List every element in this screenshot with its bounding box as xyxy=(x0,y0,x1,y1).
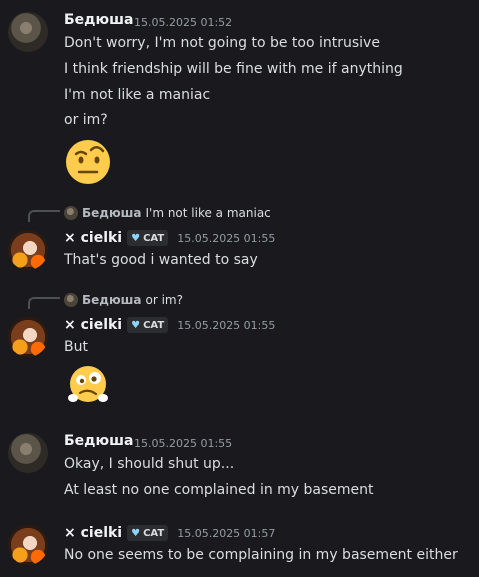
avatar[interactable] xyxy=(8,525,48,565)
tag-label: CAT xyxy=(143,527,165,539)
message-header: × cielki ♥ CAT 15.05.2025 01:55 xyxy=(64,317,275,333)
reply-preview[interactable]: Бедюша or im? xyxy=(64,293,183,307)
avatar[interactable] xyxy=(8,12,48,52)
avatar[interactable] xyxy=(8,433,48,473)
clan-tag[interactable]: ♥ CAT xyxy=(127,230,169,246)
reply-author: Бедюша xyxy=(82,206,142,220)
timestamp: 15.05.2025 01:55 xyxy=(177,231,276,245)
message-text: That's good i wanted to say xyxy=(64,252,258,268)
reply-text: I'm not like a maniac xyxy=(145,206,271,220)
author-name[interactable]: × cielki xyxy=(64,230,122,246)
face-with-raised-eyebrow-icon xyxy=(66,140,110,184)
author-name[interactable]: × cielki xyxy=(64,317,122,333)
timestamp: 15.05.2025 01:57 xyxy=(177,526,276,540)
reply-author: Бедюша xyxy=(82,293,142,307)
message-header: × cielki ♥ CAT 15.05.2025 01:57 xyxy=(64,525,275,541)
avatar[interactable] xyxy=(8,230,48,270)
author-name[interactable]: × cielki xyxy=(64,525,122,541)
message-text: or im? xyxy=(64,112,108,128)
avatar[interactable] xyxy=(8,317,48,357)
clan-tag[interactable]: ♥ CAT xyxy=(127,525,169,541)
author-name[interactable]: Бедюша xyxy=(64,433,133,449)
message-text: Okay, I should shut up... xyxy=(64,456,235,472)
heart-icon: ♥ xyxy=(131,527,141,539)
heart-icon: ♥ xyxy=(131,319,141,331)
message-text: No one seems to be complaining in my bas… xyxy=(64,547,458,563)
message-text: Don't worry, I'm not going to be too int… xyxy=(64,35,380,51)
message-header: × cielki ♥ CAT 15.05.2025 01:55 xyxy=(64,230,275,246)
reply-text: or im? xyxy=(145,293,183,307)
author-name[interactable]: Бедюша xyxy=(64,12,133,28)
clan-tag[interactable]: ♥ CAT xyxy=(127,317,169,333)
avatar xyxy=(64,293,78,307)
avatar xyxy=(64,206,78,220)
reply-connector xyxy=(28,210,60,222)
heart-icon: ♥ xyxy=(131,232,141,244)
timestamp: 15.05.2025 01:55 xyxy=(177,318,276,332)
reply-connector xyxy=(28,297,60,309)
message-text: At least no one complained in my basemen… xyxy=(64,482,374,498)
woozy-face-icon xyxy=(68,366,108,402)
tag-label: CAT xyxy=(143,319,165,331)
message-text: But xyxy=(64,339,88,355)
timestamp: 15.05.2025 01:52 xyxy=(134,16,233,29)
message-text: I'm not like a maniac xyxy=(64,87,211,103)
message-text: I think friendship will be fine with me … xyxy=(64,61,403,77)
timestamp: 15.05.2025 01:55 xyxy=(134,437,233,450)
reply-preview[interactable]: Бедюша I'm not like a maniac xyxy=(64,206,271,220)
tag-label: CAT xyxy=(143,232,165,244)
